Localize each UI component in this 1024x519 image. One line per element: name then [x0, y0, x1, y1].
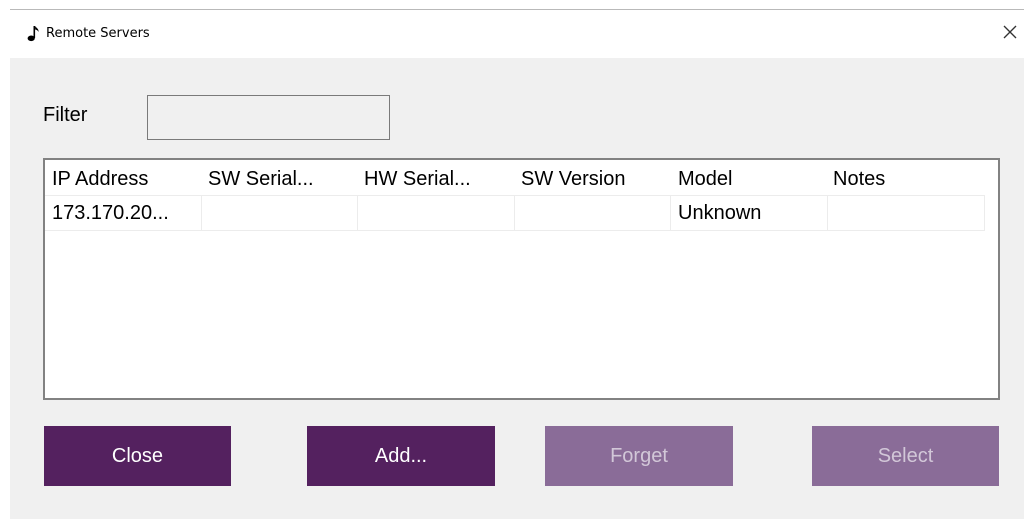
- column-header-sw-serial[interactable]: SW Serial...: [208, 166, 314, 192]
- title-bar[interactable]: Remote Servers: [0, 10, 1024, 58]
- list-header: IP Address SW Serial... HW Serial... SW …: [45, 160, 998, 192]
- cell-ip-address: 173.170.20...: [45, 196, 202, 230]
- cell-notes: [828, 196, 985, 230]
- close-icon[interactable]: [999, 21, 1021, 43]
- cell-text: 173.170.20...: [52, 202, 169, 224]
- column-header-ip-address[interactable]: IP Address: [52, 166, 148, 192]
- remote-servers-dialog: Remote Servers Filter IP Address SW Seri…: [0, 0, 1024, 519]
- cell-sw-version: [515, 196, 671, 230]
- window-title: Remote Servers: [46, 26, 150, 41]
- table-row[interactable]: 173.170.20... Unknown: [45, 195, 985, 231]
- column-header-hw-serial[interactable]: HW Serial...: [364, 166, 471, 192]
- select-button[interactable]: Select: [812, 426, 999, 486]
- column-header-notes[interactable]: Notes: [833, 166, 885, 192]
- cell-text: Unknown: [678, 202, 762, 224]
- forget-button[interactable]: Forget: [545, 426, 733, 486]
- cell-hw-serial: [358, 196, 515, 230]
- close-button[interactable]: Close: [44, 426, 231, 486]
- filter-input[interactable]: [147, 95, 390, 140]
- music-note-icon: [27, 26, 39, 42]
- dialog-body: Filter IP Address SW Serial... HW Serial…: [10, 58, 1024, 519]
- filter-label: Filter: [43, 104, 88, 126]
- column-header-model[interactable]: Model: [678, 166, 732, 192]
- cell-sw-serial: [202, 196, 358, 230]
- server-list[interactable]: IP Address SW Serial... HW Serial... SW …: [43, 158, 1000, 400]
- column-header-sw-version[interactable]: SW Version: [521, 166, 625, 192]
- add-button[interactable]: Add...: [307, 426, 495, 486]
- cell-model: Unknown: [671, 196, 828, 230]
